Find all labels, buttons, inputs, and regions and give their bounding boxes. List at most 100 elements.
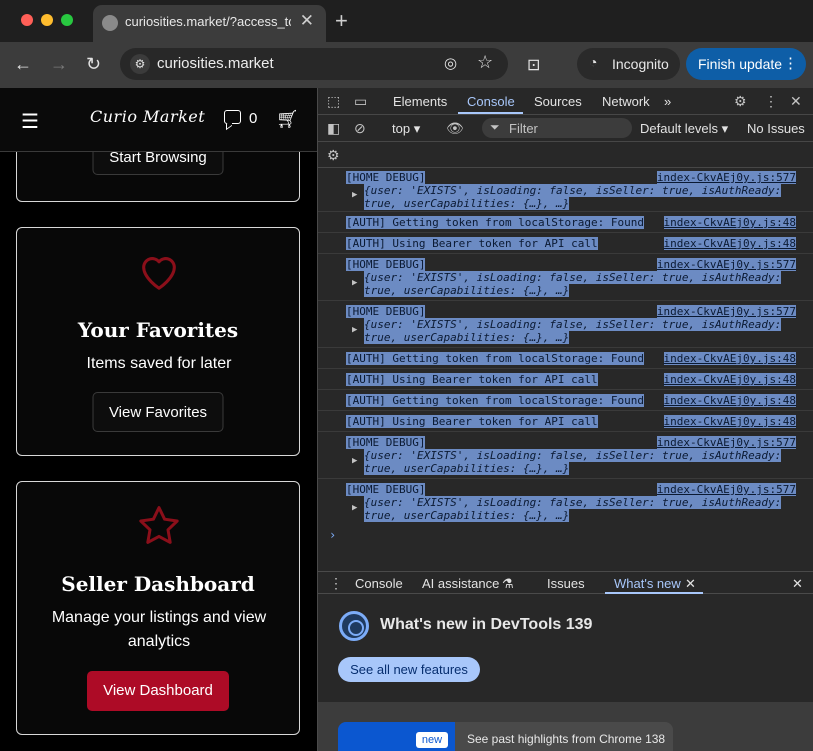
inspect-element-icon[interactable]: ⬚ <box>327 93 340 110</box>
expand-triangle-icon[interactable]: ▶ <box>352 325 357 335</box>
console-message[interactable]: [AUTH] Using Bearer token for API call i… <box>318 233 813 254</box>
drawer-tab-console[interactable]: Console <box>355 576 403 591</box>
past-highlights-card[interactable]: new See past highlights from Chrome 138 <box>338 722 673 751</box>
log-text: [HOME DEBUG] <box>346 305 426 318</box>
reload-icon[interactable]: ↻ <box>86 54 101 75</box>
log-source-link[interactable]: index-CkvAEj0y.js:48 <box>663 216 796 229</box>
log-text: [AUTH] Using Bearer token for API call <box>346 237 598 250</box>
console-message[interactable]: [AUTH] Getting token from localStorage: … <box>318 390 813 411</box>
console-message[interactable]: [AUTH] Using Bearer token for API call i… <box>318 411 813 432</box>
log-text: [HOME DEBUG] <box>346 436 426 449</box>
expand-triangle-icon[interactable]: ▶ <box>352 278 357 288</box>
log-source-link[interactable]: index-CkvAEj0y.js:577 <box>656 171 796 184</box>
more-tabs-icon[interactable]: » <box>664 94 671 109</box>
drawer-tab-issues[interactable]: Issues <box>547 576 585 591</box>
url-text[interactable]: curiosities.market <box>157 55 274 72</box>
console-message[interactable]: [HOME DEBUG] index-CkvAEj0y.js:577 ▶ {us… <box>318 168 813 212</box>
close-devtools-icon[interactable]: ✕ <box>790 93 802 110</box>
drawer-tab-bar: ⋮ Console AI assistance ⚗ Issues What's … <box>318 571 813 594</box>
past-highlights-text: See past highlights from Chrome 138 <box>467 732 666 746</box>
device-toolbar-icon[interactable]: ▭ <box>354 93 367 110</box>
favorites-card: Your Favorites Items saved for later Vie… <box>16 227 300 456</box>
highlights-section: new See past highlights from Chrome 138 <box>318 702 813 751</box>
sidebar-toggle-icon[interactable]: ◧ <box>327 120 340 137</box>
bookmark-star-icon[interactable]: ☆ <box>477 52 493 73</box>
console-message[interactable]: [HOME DEBUG] index-CkvAEj0y.js:577 ▶ {us… <box>318 301 813 348</box>
cart-icon[interactable]: 🛒︎ <box>276 109 299 130</box>
close-drawer-icon[interactable]: ✕ <box>792 576 803 592</box>
log-source-link[interactable]: index-CkvAEj0y.js:48 <box>663 352 796 365</box>
console-message[interactable]: [AUTH] Getting token from localStorage: … <box>318 212 813 233</box>
drawer-kebab-icon[interactable]: ⋮ <box>329 575 343 592</box>
expand-triangle-icon[interactable]: ▶ <box>352 503 357 513</box>
filter-icon: ⏷ <box>490 120 500 134</box>
close-whats-new-icon[interactable]: ✕ <box>685 576 696 592</box>
tab-elements[interactable]: Elements <box>393 94 447 109</box>
eye-off-icon[interactable]: ◎ <box>444 54 457 72</box>
hamburger-menu-icon[interactable]: ☰ <box>21 109 39 134</box>
whats-new-panel: What's new in DevTools 139 See all new f… <box>318 594 813 751</box>
view-dashboard-button[interactable]: View Dashboard <box>87 671 229 711</box>
site-info-icon[interactable]: ⚙ <box>130 54 150 74</box>
log-source-link[interactable]: index-CkvAEj0y.js:48 <box>663 394 796 407</box>
see-all-features-button[interactable]: See all new features <box>338 657 480 682</box>
messages-icon[interactable] <box>224 110 241 124</box>
log-levels-select[interactable]: Default levels ▾ <box>640 121 728 137</box>
expand-triangle-icon[interactable]: ▶ <box>352 456 357 466</box>
console-toolbar: ◧ ⊘ top ▾ 👁︎ ⏷ Filter Default levels ▾ N… <box>318 115 813 142</box>
tab-close-icon[interactable]: ✕ <box>300 11 314 31</box>
google-lens-icon[interactable]: ⊡ <box>527 55 540 75</box>
site-logo[interactable]: Curio Market <box>90 107 205 126</box>
log-object-line2: true, userCapabilities: {…}, …} <box>364 284 570 297</box>
tab-network[interactable]: Network <box>602 94 650 109</box>
filter-input[interactable]: ⏷ Filter <box>482 118 632 138</box>
new-tab-button[interactable]: + <box>335 8 348 34</box>
finish-update-button[interactable]: Finish update ⋮ <box>686 48 806 80</box>
log-object-line1: {user: 'EXISTS', isLoading: false, isSel… <box>364 496 782 509</box>
seller-dashboard-card: Seller Dashboard Manage your listings an… <box>16 481 300 735</box>
console-message[interactable]: [AUTH] Using Bearer token for API call i… <box>318 369 813 390</box>
log-levels-value: Default levels <box>640 121 719 136</box>
live-expression-eye-icon[interactable]: 👁︎ <box>446 120 464 137</box>
close-window-button[interactable] <box>21 14 33 26</box>
chrome-logo-icon <box>339 611 369 641</box>
minimize-window-button[interactable] <box>41 14 53 26</box>
console-message[interactable]: [HOME DEBUG] index-CkvAEj0y.js:577 ▶ {us… <box>318 432 813 479</box>
tab-sources[interactable]: Sources <box>534 94 582 109</box>
zoom-window-button[interactable] <box>61 14 73 26</box>
incognito-button[interactable]: ◔ Incognito <box>577 48 680 80</box>
console-message[interactable]: [HOME DEBUG] index-CkvAEj0y.js:577 ▶ {us… <box>318 479 813 526</box>
context-select[interactable]: top ▾ <box>392 121 420 137</box>
kebab-menu-icon[interactable]: ⋮ <box>783 54 798 72</box>
tab-console[interactable]: Console <box>467 94 515 109</box>
log-source-link[interactable]: index-CkvAEj0y.js:577 <box>656 305 796 318</box>
log-source-link[interactable]: index-CkvAEj0y.js:577 <box>656 436 796 449</box>
console-message[interactable]: [HOME DEBUG] index-CkvAEj0y.js:577 ▶ {us… <box>318 254 813 301</box>
browser-tab[interactable]: curiosities.market/?access_to ✕ <box>93 5 326 42</box>
log-source-link[interactable]: index-CkvAEj0y.js:577 <box>656 258 796 271</box>
log-text: [HOME DEBUG] <box>346 171 426 184</box>
log-source-link[interactable]: index-CkvAEj0y.js:577 <box>656 483 796 496</box>
console-prompt-chevron-icon[interactable]: › <box>329 528 336 542</box>
settings-gear-icon[interactable]: ⚙ <box>734 93 747 110</box>
console-message[interactable]: [AUTH] Getting token from localStorage: … <box>318 348 813 369</box>
clear-console-icon[interactable]: ⊘ <box>354 120 366 137</box>
drawer-tab-ai-assistance[interactable]: AI assistance <box>422 576 499 591</box>
favorites-title: Your Favorites <box>77 318 239 342</box>
browser-toolbar: ← → ↻ ⚙ curiosities.market ◎ ☆ ⊡ ◔ Incog… <box>0 42 813 88</box>
expand-triangle-icon[interactable]: ▶ <box>352 190 357 200</box>
forward-arrow-icon[interactable]: → <box>50 54 68 75</box>
issues-counter[interactable]: No Issues <box>747 121 805 136</box>
log-source-link[interactable]: index-CkvAEj0y.js:48 <box>663 373 796 386</box>
devtools-kebab-icon[interactable]: ⋮ <box>764 93 778 110</box>
log-source-link[interactable]: index-CkvAEj0y.js:48 <box>663 415 796 428</box>
drawer-tab-whats-new[interactable]: What's new <box>614 576 681 591</box>
view-favorites-button[interactable]: View Favorites <box>92 392 224 432</box>
back-arrow-icon[interactable]: ← <box>14 54 32 75</box>
log-source-link[interactable]: index-CkvAEj0y.js:48 <box>663 237 796 250</box>
console-settings-gear-icon[interactable]: ⚙ <box>327 147 340 164</box>
address-bar[interactable]: ⚙ curiosities.market ◎ ☆ <box>120 48 508 80</box>
message-count: 0 <box>249 110 258 127</box>
console-output: [HOME DEBUG] index-CkvAEj0y.js:577 ▶ {us… <box>318 168 813 571</box>
log-object-line1: {user: 'EXISTS', isLoading: false, isSel… <box>364 449 782 462</box>
